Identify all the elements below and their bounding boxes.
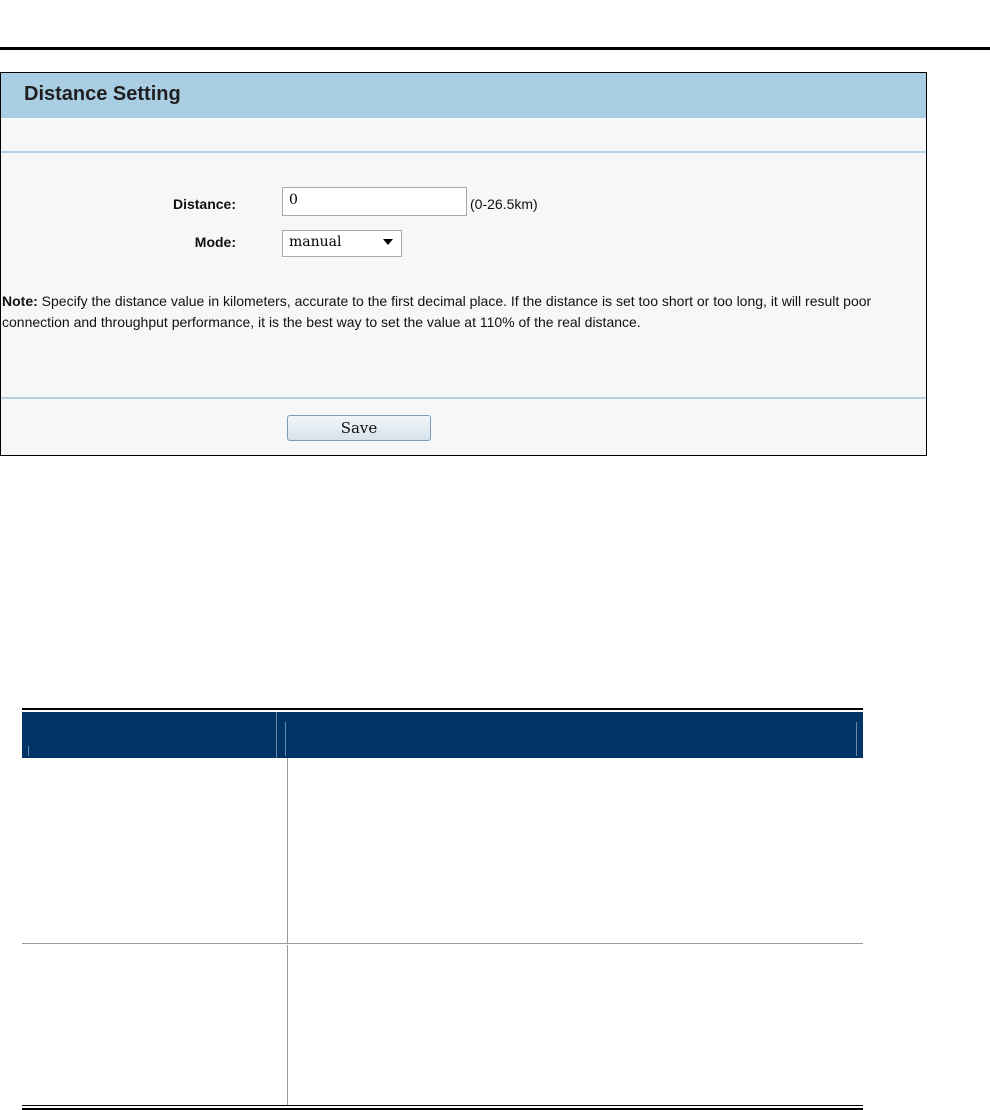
note-prefix: Note:: [2, 293, 38, 309]
divider-bottom: [1, 397, 926, 399]
divider-top: [1, 151, 926, 153]
table-bottom-rule: [22, 1105, 863, 1106]
table-row-2-divider: [287, 945, 288, 1105]
note-text: Note: Specify the distance value in kilo…: [2, 291, 922, 333]
table-header-divider: [276, 712, 277, 758]
table-row-1-divider: [287, 758, 288, 943]
distance-setting-panel: Distance Setting Distance: 0 (0-26.5km) …: [0, 72, 927, 456]
table-row-separator: [22, 943, 863, 944]
save-button[interactable]: Save: [287, 415, 431, 441]
distance-range-hint: (0-26.5km): [470, 196, 538, 212]
table-header-edge-right: [856, 722, 857, 756]
panel-header: Distance Setting: [1, 73, 926, 118]
mode-selected-value: manual: [289, 234, 342, 250]
distance-label: Distance:: [172, 196, 236, 212]
table-header-edge-mid: [285, 722, 286, 756]
table-header-edge-left: [28, 746, 29, 756]
mode-select[interactable]: manual: [282, 230, 402, 257]
distance-input[interactable]: 0: [282, 187, 467, 216]
note-body: Specify the distance value in kilometers…: [2, 293, 872, 330]
table-top-rule: [22, 708, 863, 710]
document-header-rule: [0, 47, 990, 50]
panel-title: Distance Setting: [24, 83, 181, 105]
mode-label: Mode:: [194, 234, 236, 250]
table-header: [22, 712, 863, 758]
chevron-down-icon: [383, 239, 393, 245]
